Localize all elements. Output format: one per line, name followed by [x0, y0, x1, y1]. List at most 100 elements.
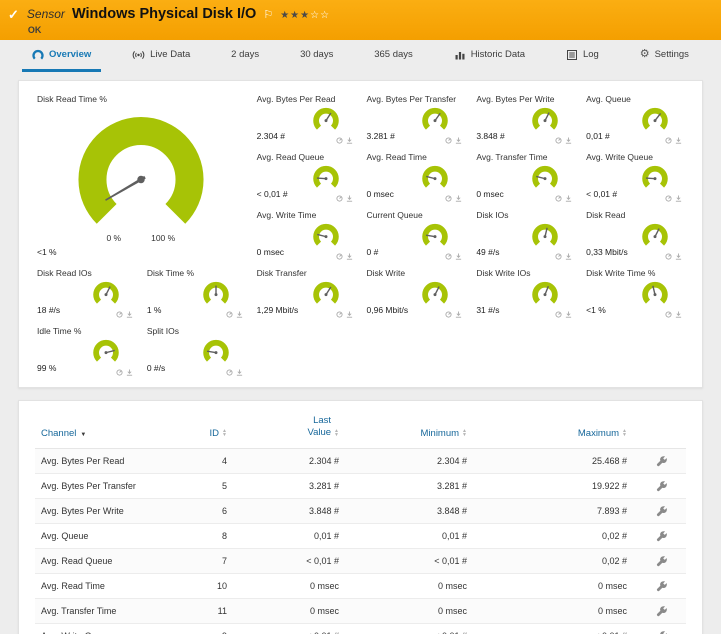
- tab-2-days[interactable]: 2 days: [221, 40, 269, 72]
- gauge-mini-dial-icon[interactable]: [226, 311, 233, 318]
- channel-settings-wrench-icon[interactable]: [656, 580, 668, 592]
- channel-gauge-cell[interactable]: Disk Read 0,33 Mbit/s: [582, 209, 688, 261]
- gauge-mini-dial-icon[interactable]: [665, 253, 672, 260]
- channel-gauge-cell[interactable]: Disk Transfer 1,29 Mbit/s: [253, 267, 359, 319]
- gauge-mini-dial-icon[interactable]: [555, 253, 562, 260]
- channel-gauge-value: 2.304 #: [257, 131, 285, 141]
- gauge-mini-dial-icon[interactable]: [665, 195, 672, 202]
- channel-gauge-cell[interactable]: Avg. Write Queue < 0,01 #: [582, 151, 688, 203]
- channel-gauge-cell[interactable]: Idle Time % 99 %: [33, 325, 139, 377]
- tab-overview[interactable]: Overview: [22, 40, 101, 72]
- tab-365-days[interactable]: 365 days: [364, 40, 423, 72]
- gauge-mini-dial-icon[interactable]: [336, 137, 343, 144]
- channel-min: < 0,01 #: [349, 556, 477, 566]
- channel-gauge-cell[interactable]: Avg. Bytes Per Read 2.304 #: [253, 93, 359, 145]
- channel-gauge-cell[interactable]: Disk IOs 49 #/s: [472, 209, 578, 261]
- channel-settings-wrench-icon[interactable]: [656, 530, 668, 542]
- tab-settings[interactable]: ⚙ Settings: [630, 40, 699, 72]
- gauge-pin-down-icon[interactable]: [236, 369, 243, 376]
- gauge-pin-down-icon[interactable]: [346, 253, 353, 260]
- gauge-pin-down-icon[interactable]: [675, 253, 682, 260]
- sort-icon: ▲▼: [622, 429, 627, 439]
- col-id[interactable]: ID ▲▼: [185, 428, 237, 439]
- primary-channel-gauge[interactable]: Disk Read Time % 0 % 100 % <1 %: [33, 93, 249, 261]
- channel-settings-wrench-icon[interactable]: [656, 455, 668, 467]
- channel-gauge-cell[interactable]: Disk Read IOs 18 #/s: [33, 267, 139, 319]
- gauge-pin-down-icon[interactable]: [455, 311, 462, 318]
- gauge-mini-dial-icon[interactable]: [116, 369, 123, 376]
- gauge-pin-down-icon[interactable]: [675, 311, 682, 318]
- channel-gauge-title: Disk Transfer: [257, 268, 307, 278]
- gauge-mini-dial-icon[interactable]: [336, 253, 343, 260]
- gauge-pin-down-icon[interactable]: [455, 137, 462, 144]
- channel-gauge-value: 0 msec: [367, 189, 394, 199]
- gauge-pin-down-icon[interactable]: [346, 137, 353, 144]
- gauge-pin-down-icon[interactable]: [126, 311, 133, 318]
- tab-live-data[interactable]: Live Data: [122, 40, 200, 72]
- channel-settings-wrench-icon[interactable]: [656, 630, 668, 634]
- channel-id: 6: [185, 506, 237, 516]
- gauge-mini-dial-icon[interactable]: [445, 137, 452, 144]
- gauge-mini-dial-icon[interactable]: [226, 369, 233, 376]
- tab-30-days[interactable]: 30 days: [290, 40, 343, 72]
- channel-gauge-title: Avg. Bytes Per Write: [476, 94, 554, 104]
- gauge-mini-dial-icon[interactable]: [445, 311, 452, 318]
- channel-gauge-cell[interactable]: Avg. Write Time 0 msec: [253, 209, 359, 261]
- channel-gauge-cell[interactable]: Avg. Read Queue < 0,01 #: [253, 151, 359, 203]
- channel-table-body: Avg. Bytes Per Read 4 2.304 # 2.304 # 25…: [35, 449, 686, 634]
- channel-table-header: Channel ▼ ID ▲▼ Last Value ▲▼ Minimum ▲▼…: [35, 415, 686, 449]
- channel-gauge-cell[interactable]: Split IOs 0 #/s: [143, 325, 249, 377]
- col-channel[interactable]: Channel ▼: [35, 428, 185, 439]
- gauge-pin-down-icon[interactable]: [455, 253, 462, 260]
- channel-settings-wrench-icon[interactable]: [656, 605, 668, 617]
- flag-icon[interactable]: ⚐: [263, 8, 273, 21]
- gauge-pin-down-icon[interactable]: [236, 311, 243, 318]
- gauge-mini-dial-icon[interactable]: [555, 137, 562, 144]
- channel-gauge-cell[interactable]: Avg. Bytes Per Write 3.848 #: [472, 93, 578, 145]
- gauge-mini-dial-icon[interactable]: [665, 137, 672, 144]
- channel-gauge-cell[interactable]: Avg. Bytes Per Transfer 3.281 #: [363, 93, 469, 145]
- gauge-pin-down-icon[interactable]: [346, 311, 353, 318]
- channel-gauge-cell[interactable]: Disk Write Time % <1 %: [582, 267, 688, 319]
- channel-max: 0 msec: [477, 581, 637, 591]
- gauge-pin-down-icon[interactable]: [565, 253, 572, 260]
- gauge-mini-dial-icon[interactable]: [336, 311, 343, 318]
- gauge-mini-dial-icon[interactable]: [336, 195, 343, 202]
- col-maximum[interactable]: Maximum ▲▼: [477, 428, 637, 439]
- gauge-pin-down-icon[interactable]: [455, 195, 462, 202]
- channel-name: Avg. Transfer Time: [35, 606, 185, 616]
- channel-settings-wrench-icon[interactable]: [656, 505, 668, 517]
- gauge-pin-down-icon[interactable]: [565, 195, 572, 202]
- priority-stars[interactable]: ★★★☆☆: [280, 10, 330, 21]
- gauge-mini-dial-icon[interactable]: [555, 311, 562, 318]
- channel-gauge-cell[interactable]: Avg. Read Time 0 msec: [363, 151, 469, 203]
- gauge-pin-down-icon[interactable]: [675, 195, 682, 202]
- channel-gauge-cell[interactable]: Avg. Transfer Time 0 msec: [472, 151, 578, 203]
- col-minimum[interactable]: Minimum ▲▼: [349, 428, 477, 439]
- tab-log[interactable]: Log: [556, 40, 609, 72]
- channel-row: Avg. Bytes Per Write 6 3.848 # 3.848 # 7…: [35, 499, 686, 524]
- gauge-mini-dial-icon[interactable]: [445, 195, 452, 202]
- col-last-value[interactable]: Last Value ▲▼: [237, 415, 349, 439]
- channel-gauge-cell[interactable]: Avg. Queue 0,01 #: [582, 93, 688, 145]
- gauge-mini-dial-icon[interactable]: [555, 195, 562, 202]
- channel-settings-wrench-icon[interactable]: [656, 480, 668, 492]
- channel-gauge-cell[interactable]: Disk Write IOs 31 #/s: [472, 267, 578, 319]
- gauge-pin-down-icon[interactable]: [675, 137, 682, 144]
- gauge-pin-down-icon[interactable]: [565, 311, 572, 318]
- gauge-pin-down-icon[interactable]: [565, 137, 572, 144]
- channel-settings-wrench-icon[interactable]: [656, 555, 668, 567]
- status-badge: OK: [28, 25, 330, 35]
- historic-bar-chart-icon: [454, 49, 466, 61]
- channel-last: 0 msec: [237, 581, 349, 591]
- gauge-dial-icon: [420, 221, 450, 249]
- gauge-mini-dial-icon[interactable]: [665, 311, 672, 318]
- gauge-mini-dial-icon[interactable]: [445, 253, 452, 260]
- gauge-pin-down-icon[interactable]: [346, 195, 353, 202]
- gauge-mini-dial-icon[interactable]: [116, 311, 123, 318]
- channel-gauge-cell[interactable]: Disk Write 0,96 Mbit/s: [363, 267, 469, 319]
- channel-gauge-cell[interactable]: Disk Time % 1 %: [143, 267, 249, 319]
- gauge-pin-down-icon[interactable]: [126, 369, 133, 376]
- channel-gauge-cell[interactable]: Current Queue 0 #: [363, 209, 469, 261]
- tab-historic-data[interactable]: Historic Data: [444, 40, 535, 72]
